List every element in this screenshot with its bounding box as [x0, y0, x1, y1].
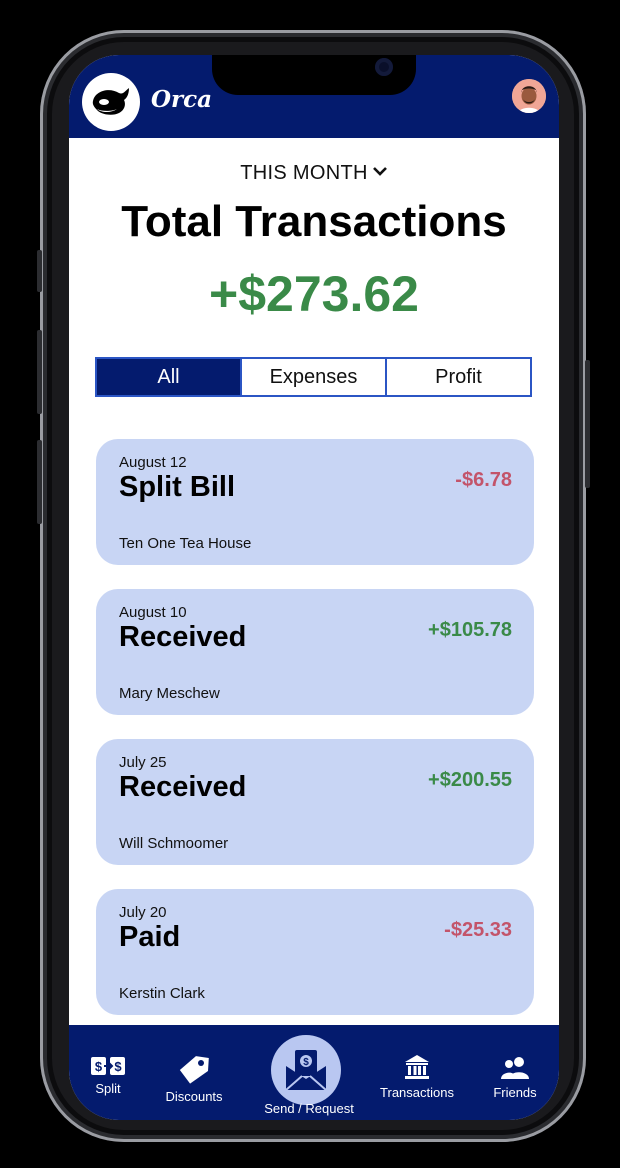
bank-icon	[405, 1055, 429, 1079]
avatar[interactable]	[512, 79, 546, 113]
transaction-amount: -$25.33	[444, 919, 512, 941]
app-header: Orca	[69, 55, 559, 138]
nav-send-request-label[interactable]: Send / Request	[264, 1101, 354, 1116]
profile-photo-icon	[512, 79, 546, 113]
volume-up-button	[37, 330, 42, 414]
bottom-nav: $ $ Split Discounts $ Send / Request Tra…	[69, 1025, 559, 1120]
transaction-card[interactable]: July 25 Received Will Schmoomer +$200.55	[96, 739, 534, 865]
nav-transactions[interactable]: Transactions	[376, 1053, 458, 1100]
transaction-party: Kerstin Clark	[119, 985, 205, 1002]
mute-switch	[37, 250, 42, 292]
transaction-type: Received	[119, 771, 247, 803]
transaction-type: Paid	[119, 921, 181, 953]
transaction-date: August 12	[119, 454, 187, 471]
svg-text:$: $	[95, 1059, 103, 1074]
transaction-party: Mary Meschew	[119, 685, 220, 702]
filter-tab-profit[interactable]: Profit	[387, 359, 530, 395]
app-name: Orca	[151, 86, 213, 113]
orca-logo-icon	[92, 88, 129, 115]
filter-segmented-control: All Expenses Profit	[95, 357, 532, 397]
svg-text:$: $	[303, 1057, 309, 1068]
transaction-card[interactable]: July 20 Paid Kerstin Clark -$25.33	[96, 889, 534, 1015]
split-icon: $ $	[91, 1057, 125, 1075]
transaction-party: Will Schmoomer	[119, 835, 229, 852]
app-logo[interactable]	[82, 73, 140, 131]
volume-down-button	[37, 440, 42, 524]
period-label: THIS MONTH	[240, 162, 368, 184]
front-camera	[375, 58, 393, 76]
chevron-down-icon	[372, 160, 388, 183]
transaction-amount: -$6.78	[455, 469, 512, 491]
transaction-amount: +$200.55	[428, 769, 512, 791]
transaction-date: July 25	[119, 754, 167, 771]
nav-discounts-label: Discounts	[165, 1089, 223, 1104]
filter-tab-all[interactable]: All	[97, 359, 242, 395]
transaction-date: August 10	[119, 604, 187, 621]
nav-friends-label: Friends	[493, 1085, 537, 1100]
transaction-amount: +$105.78	[428, 619, 512, 641]
camera-notch	[212, 55, 416, 95]
power-button	[585, 360, 590, 488]
nav-split-label: Split	[95, 1081, 121, 1096]
svg-text:$: $	[114, 1059, 122, 1074]
transaction-type: Received	[119, 621, 247, 653]
transaction-card[interactable]: August 12 Split Bill Ten One Tea House -…	[96, 439, 534, 565]
transaction-date: July 20	[119, 904, 167, 921]
transaction-type: Split Bill	[119, 471, 235, 503]
friends-icon	[501, 1057, 529, 1079]
nav-discounts[interactable]: Discounts	[161, 1055, 227, 1104]
nav-transactions-label: Transactions	[380, 1085, 454, 1100]
transaction-card[interactable]: August 10 Received Mary Meschew +$105.78	[96, 589, 534, 715]
tag-icon	[179, 1056, 209, 1084]
transaction-list: August 12 Split Bill Ten One Tea House -…	[96, 439, 534, 1039]
envelope-money-icon: $	[285, 1050, 327, 1091]
nav-split[interactable]: $ $ Split	[89, 1055, 127, 1096]
transaction-party: Ten One Tea House	[119, 535, 252, 552]
total-amount: +$273.62	[209, 266, 419, 322]
period-selector[interactable]: THIS MONTH	[69, 160, 559, 185]
page-title: Total Transactions	[121, 197, 507, 246]
app-screen: Orca THIS MONTH Total Transactions +$273…	[69, 55, 559, 1120]
nav-friends[interactable]: Friends	[489, 1055, 541, 1100]
filter-tab-expenses[interactable]: Expenses	[242, 359, 387, 395]
send-request-button[interactable]: $	[271, 1035, 341, 1105]
